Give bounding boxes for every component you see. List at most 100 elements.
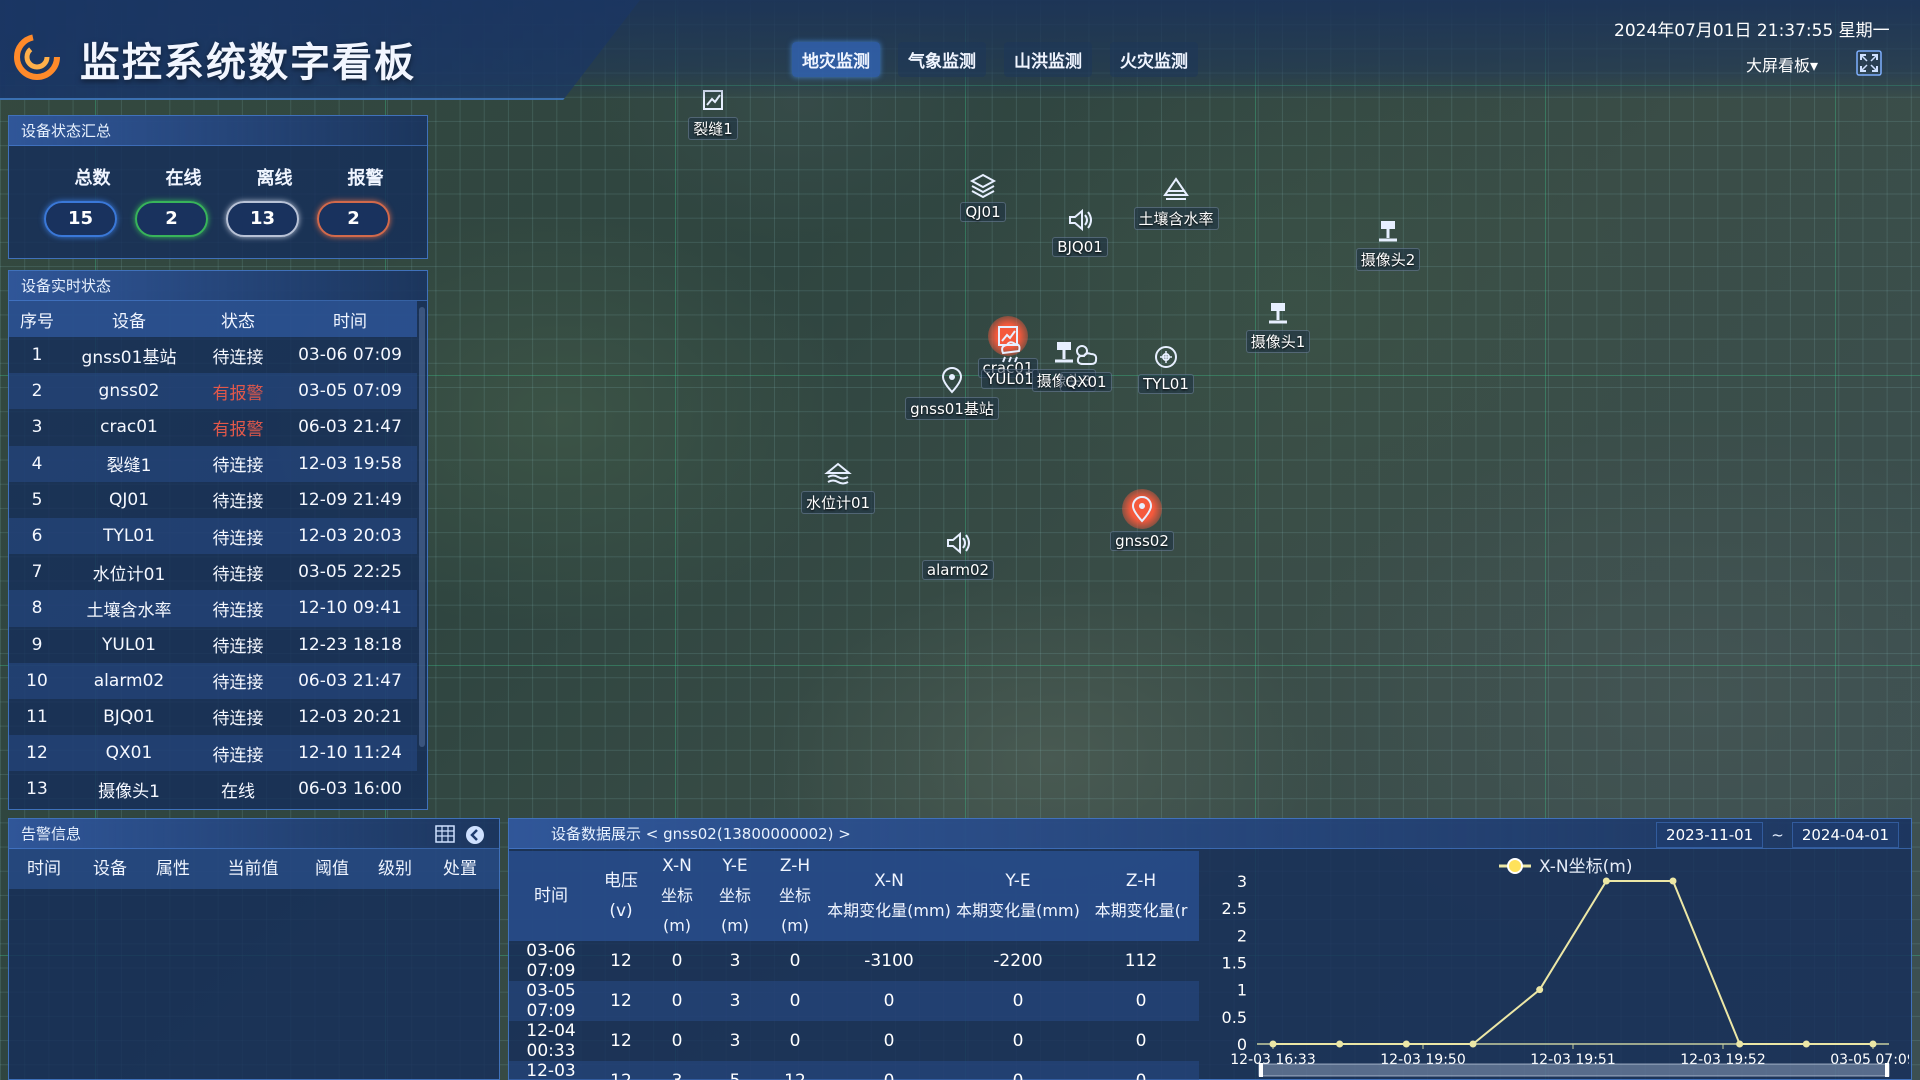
table-row[interactable]: 8 土壤含水率 待连接 12-10 09:41 bbox=[9, 590, 417, 627]
table-row[interactable]: 4 裂缝1 待连接 12-03 19:58 bbox=[9, 445, 417, 482]
datetime-display: 2024年07月01日 21:37:55 星期一 bbox=[1614, 21, 1890, 41]
data-cell: 3 bbox=[729, 1031, 741, 1051]
data-row[interactable]: 12-04 00:33 12 0 3 0 0 0 0 bbox=[509, 1021, 1199, 1061]
bigscreen-dropdown[interactable]: 大屏看板▾ bbox=[1746, 52, 1818, 76]
data-cell: 12 bbox=[610, 1031, 632, 1051]
device-data-panel: 设备数据展示 < gnss02(13800000002) > 2023-11-0… bbox=[508, 818, 1912, 1080]
map-marker[interactable]: gnss01基站 bbox=[905, 365, 999, 420]
map-marker[interactable]: BJQ01 bbox=[1045, 205, 1115, 257]
map-marker[interactable]: 水位计01 bbox=[800, 459, 876, 514]
collapse-icon[interactable] bbox=[465, 825, 485, 845]
marker-label: 摄像头2 bbox=[1355, 248, 1421, 271]
data-cell: 3 bbox=[705, 981, 765, 1021]
cell-status: 待连接 bbox=[212, 492, 264, 513]
table-row[interactable]: 1 gnss01基站 待连接 03-06 07:09 bbox=[9, 337, 417, 373]
data-col-subtitle: 坐标(m) bbox=[718, 886, 751, 935]
cell-time: 12-03 19:58 bbox=[283, 445, 417, 482]
marker-label: QX01 bbox=[1060, 372, 1112, 392]
data-point bbox=[1269, 1040, 1277, 1048]
data-cell: 112 bbox=[1124, 951, 1158, 971]
cell-index: 13 bbox=[26, 779, 48, 800]
tab-fire[interactable]: 火灾监测 bbox=[1110, 42, 1198, 77]
summary-value-total[interactable]: 15 bbox=[44, 201, 117, 237]
table-row[interactable]: 2 gnss02 有报警 03-05 07:09 bbox=[9, 373, 417, 410]
cell-status: 待连接 bbox=[193, 517, 283, 555]
table-row[interactable]: 10 alarm02 待连接 06-03 21:47 bbox=[9, 662, 417, 699]
map-marker[interactable]: QX01 bbox=[1051, 340, 1121, 392]
cell-device: alarm02 bbox=[65, 662, 193, 699]
data-col-header: 电压(v) bbox=[593, 851, 649, 941]
data-col-subtitle: 本期变化量(r bbox=[1094, 901, 1188, 920]
data-cell: 0 bbox=[825, 1061, 953, 1080]
cell-time: 12-10 09:41 bbox=[283, 590, 417, 627]
cell-time: 03-06 07:09 bbox=[298, 345, 402, 366]
speaker-icon bbox=[1069, 208, 1092, 232]
data-col-header: X-N 本期变化量(mm) bbox=[825, 851, 953, 941]
col-index: 序号 bbox=[9, 301, 65, 337]
data-row[interactable]: 03-05 07:09 12 0 3 0 0 0 0 bbox=[509, 981, 1199, 1021]
map-marker[interactable]: alarm02 bbox=[921, 528, 995, 580]
device-data-table: 时间 电压(v) X-N 坐标(m) Y-E 坐标(m) Z-H 坐标(m) X-N 本期变化量(… bbox=[509, 851, 1199, 1080]
table-row[interactable]: 12 QX01 待连接 12-10 11:24 bbox=[9, 735, 417, 772]
map-marker[interactable]: gnss02 bbox=[1107, 489, 1177, 551]
data-cell: 12-04 00:33 bbox=[526, 1021, 576, 1061]
map-marker[interactable]: 摄像头1 bbox=[1243, 298, 1313, 353]
marker-label: alarm02 bbox=[921, 560, 995, 580]
data-point bbox=[1336, 1040, 1344, 1048]
table-row[interactable]: 3 crac01 有报警 06-03 21:47 bbox=[9, 409, 417, 445]
summary-value-online[interactable]: 2 bbox=[135, 201, 208, 237]
summary-value-alarm[interactable]: 2 bbox=[317, 201, 390, 237]
location-icon bbox=[941, 367, 963, 394]
data-col-title: Y-E bbox=[1005, 871, 1031, 891]
map-marker[interactable]: 摄像头2 bbox=[1353, 216, 1423, 271]
data-table-header: 时间 电压(v) X-N 坐标(m) Y-E 坐标(m) Z-H 坐标(m) X-N 本期变化量(… bbox=[509, 851, 1199, 941]
data-row[interactable]: 03-06 07:09 12 0 3 0 -3100 -2200 112 bbox=[509, 941, 1199, 981]
cell-index: 1 bbox=[31, 345, 43, 366]
data-point bbox=[1802, 1040, 1810, 1048]
marker-label: 摄像头1 bbox=[1245, 330, 1311, 353]
cell-index: 12 bbox=[9, 735, 65, 772]
marker-label: 水位计01 bbox=[800, 491, 876, 514]
table-row[interactable]: 5 QJ01 待连接 12-09 21:49 bbox=[9, 482, 417, 518]
date-start[interactable]: 2023-11-01 bbox=[1656, 822, 1764, 848]
table-row[interactable]: 9 YUL01 待连接 12-23 18:18 bbox=[9, 627, 417, 663]
camera-icon bbox=[1379, 221, 1397, 242]
tab-flash-flood[interactable]: 山洪监测 bbox=[1004, 42, 1092, 77]
table-view-icon[interactable] bbox=[435, 825, 455, 843]
tab-geo-disaster[interactable]: 地灾监测 bbox=[792, 42, 880, 77]
cell-device: YUL01 bbox=[102, 634, 156, 655]
zoom-slider-handle-right bbox=[1885, 1063, 1889, 1077]
data-cell: 3 bbox=[729, 951, 741, 971]
data-point bbox=[1669, 877, 1677, 885]
data-cell: 0 bbox=[1012, 1031, 1024, 1051]
marker-label: TYL01 bbox=[1138, 374, 1194, 394]
alarm-col-level: 级别 bbox=[378, 859, 412, 879]
data-point bbox=[1402, 1040, 1410, 1048]
map-marker[interactable]: 土壤含水率 bbox=[1133, 175, 1219, 230]
data-cell: 0 bbox=[825, 981, 953, 1021]
table-row[interactable]: 13 摄像头1 在线 06-03 16:00 bbox=[9, 771, 417, 807]
data-cell: 0 bbox=[883, 1031, 895, 1051]
data-col-title: X-N bbox=[874, 871, 904, 891]
date-end[interactable]: 2024-04-01 bbox=[1791, 822, 1899, 848]
marker-label: gnss02 bbox=[1110, 531, 1174, 551]
device-table-scrollbar[interactable] bbox=[419, 307, 425, 747]
layers-icon bbox=[969, 173, 997, 199]
table-row[interactable]: 6 TYL01 待连接 12-03 20:03 bbox=[9, 517, 417, 555]
cell-device: 水位计01 bbox=[92, 564, 166, 585]
map-marker[interactable]: QJ01 bbox=[948, 170, 1018, 222]
table-row[interactable]: 11 BJQ01 待连接 12-03 20:21 bbox=[9, 699, 417, 735]
table-row[interactable]: 7 水位计01 待连接 03-05 22:25 bbox=[9, 554, 417, 590]
map-marker[interactable]: TYL01 bbox=[1131, 342, 1201, 394]
marker-label: QJ01 bbox=[960, 202, 1006, 222]
summary-value-offline[interactable]: 13 bbox=[226, 201, 299, 237]
alarm-col-threshold: 阈值 bbox=[315, 859, 349, 879]
weather-icon bbox=[1076, 345, 1098, 365]
data-row[interactable]: 12-03 19:52123512000 bbox=[509, 1061, 1199, 1080]
cell-device: gnss01基站 bbox=[81, 347, 177, 368]
fullscreen-icon[interactable] bbox=[1856, 50, 1882, 76]
alarm-toolbar bbox=[435, 825, 485, 845]
data-col-header: 时间 bbox=[509, 851, 593, 941]
tab-weather[interactable]: 气象监测 bbox=[898, 42, 986, 77]
data-cell: 12 bbox=[593, 981, 649, 1021]
